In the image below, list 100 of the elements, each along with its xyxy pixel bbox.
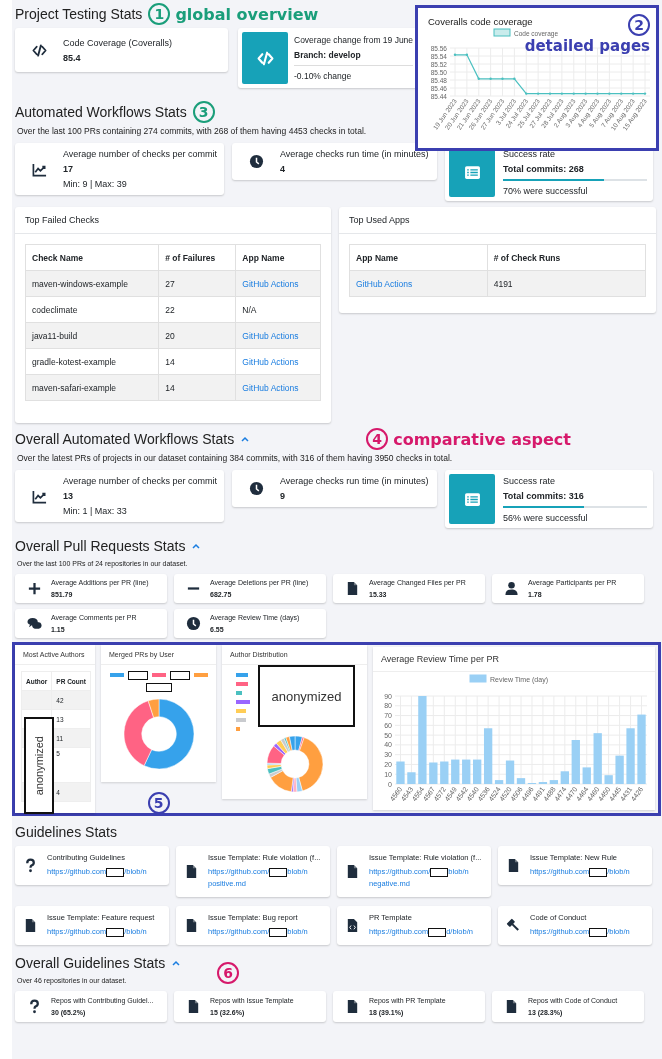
stat-detail: Min: 9 | Max: 39 [63, 179, 128, 189]
section-title: Automated Workflows Stats [15, 104, 187, 120]
section-title: Overall Automated Workflows Stats [15, 431, 235, 447]
panel-title: Top Used Apps [339, 207, 656, 234]
legend-swatch [236, 700, 250, 704]
list-icon [463, 163, 481, 181]
list-icon [463, 490, 481, 508]
legend-swatch [236, 673, 248, 677]
redaction-box [106, 867, 125, 877]
stat-detail: 56% were successful [503, 512, 589, 523]
table-cell: gradle-kotest-example [32, 356, 117, 367]
stat-label: Average checks run time (in minutes) [280, 476, 429, 486]
comments-icon [26, 616, 42, 631]
stat-detail: -0.10% change [294, 71, 353, 81]
bar [396, 761, 405, 784]
branch-label: Branch: develop [294, 50, 362, 60]
redaction-box [428, 927, 447, 937]
table-cell: 14 [165, 356, 175, 367]
circled-number: 6 [217, 962, 240, 984]
table-cell: N/A [242, 304, 257, 315]
legend-swatch [109, 673, 124, 677]
redaction-box [145, 683, 172, 692]
user-icon [503, 581, 519, 596]
annotation-label: detailed pages [524, 37, 650, 55]
stat-label: Code Coverage (Coveralls) [63, 37, 173, 48]
stat-detail: 70% were successful [503, 185, 589, 196]
caret-icon[interactable] [240, 434, 251, 444]
stat-value: 4 [280, 164, 286, 174]
legend-swatch [236, 691, 242, 695]
circled-number: 5 [147, 792, 170, 814]
caret-icon[interactable] [171, 958, 182, 968]
stat-value: 85.4 [63, 52, 82, 63]
column-header: # of Failures [165, 252, 216, 263]
section-title: Guidelines Stats [15, 824, 117, 840]
table-cell: 4191 [493, 278, 513, 289]
legend-swatch [151, 673, 166, 677]
table-cell: 20 [165, 330, 175, 341]
line-chart-icon [31, 161, 47, 177]
stat-label: Success rate [503, 148, 557, 159]
code-icon [256, 49, 274, 67]
clock-icon [185, 616, 201, 631]
bar [451, 759, 460, 784]
app-link[interactable]: GitHub Actions [356, 278, 413, 289]
bar [604, 775, 613, 784]
table-cell: java11-build [32, 330, 78, 341]
section-description: Over the latest PRs of projects in our dataset containing 384 commits, with 316 of them having 3950 checks in total. [17, 453, 453, 463]
chart-title: Coveralls code coverage [428, 16, 533, 27]
stat-label: Average number of checks per commit [63, 476, 216, 486]
column-header: App Name [242, 252, 285, 263]
bar [593, 733, 602, 784]
redaction-box [589, 927, 608, 937]
column-header: Check Name [32, 252, 84, 263]
table-cell: maven-safari-example [32, 382, 117, 393]
clock-icon [248, 481, 264, 496]
section-description: Over the last 100 PRs containing 274 commits, with 268 of them having 4453 checks in total. [17, 126, 367, 136]
stat-label: Average number of checks per commit [63, 149, 216, 159]
redaction-box [269, 927, 288, 937]
annotation-label: comparative aspect [393, 429, 571, 449]
legend-swatch [236, 682, 248, 686]
gavel-icon [505, 918, 521, 933]
legend-swatch [236, 709, 246, 713]
panel-title: Top Failed Checks [15, 207, 331, 234]
table-cell: maven-windows-example [32, 278, 128, 289]
section-title: Overall Pull Requests Stats [15, 538, 186, 554]
redaction-box [269, 867, 288, 877]
bar [407, 772, 416, 784]
redaction-label: anonymized [271, 688, 342, 704]
redaction-box [589, 867, 608, 877]
clock-icon [248, 154, 264, 169]
redaction-box [430, 867, 449, 877]
bar [582, 767, 591, 784]
table-cell: 27 [165, 278, 175, 289]
code-icon [31, 42, 47, 58]
stat-value: 13 [63, 491, 74, 501]
bar [571, 740, 580, 784]
donut-chart [265, 735, 324, 793]
column-header: # of Check Runs [493, 252, 561, 263]
circled-number: 1 [148, 3, 171, 25]
table-cell: 14 [165, 382, 175, 393]
bar [615, 755, 624, 784]
stat-label: Coverage change from 19 June [294, 35, 414, 45]
line-chart-icon [31, 488, 47, 504]
annotation-label: global overview [175, 4, 319, 24]
circled-number: 2 [628, 14, 650, 36]
legend-swatch [236, 727, 240, 731]
legend-swatch [193, 673, 208, 677]
redaction-box [127, 671, 148, 680]
circled-number: 3 [192, 101, 215, 123]
bar [626, 728, 635, 784]
bar [440, 761, 449, 784]
section-title: Overall Guidelines Stats [15, 955, 166, 971]
table-cell: codeclimate [32, 304, 78, 315]
caret-icon[interactable] [191, 541, 202, 551]
plus-icon [26, 581, 42, 596]
redaction-box [106, 927, 125, 937]
stat-label: Success rate [503, 475, 557, 486]
redaction-box [169, 671, 190, 680]
bar [637, 714, 646, 784]
table-cell: 22 [165, 304, 175, 315]
stat-value: Total commits: 316 [503, 490, 585, 501]
